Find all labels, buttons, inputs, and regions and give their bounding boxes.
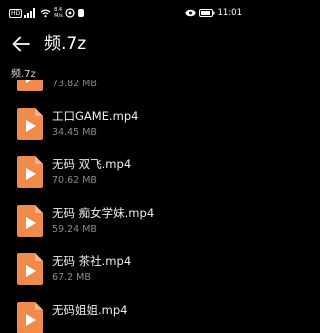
video-file-icon [17,80,43,91]
file-list: 73.82 MB 工口GAME.mp4 34.45 MB 无码 双飞.mp4 70.62… [0,80,248,333]
status-right: 11:01 [184,6,243,20]
video-file-icon [17,107,43,140]
file-row[interactable]: 无码 痴女学妹.mp4 59.24 MB [0,196,248,245]
video-file-icon [17,204,43,237]
video-file-icon [17,156,43,189]
notification-icon [65,8,75,18]
file-row[interactable]: 无码 双飞.mp4 70.62 MB [0,147,248,196]
file-row[interactable]: 无码 茶社.mp4 67.2 MB [0,244,248,293]
file-name: 无码 痴女学妹.mp4 [52,205,155,220]
video-file-icon [17,301,43,333]
file-name: 工口GAME.mp4 [52,108,139,123]
file-size: 59.24 MB [52,223,97,235]
file-name: 无码姐姐.mp4 [52,302,128,317]
status-bar: HD 8.4 M/s 11:01 [0,0,248,26]
signal-icon [24,8,36,18]
video-file-icon [17,253,43,286]
arrow-left-icon[interactable] [10,33,32,55]
file-row[interactable]: 无码姐姐.mp4 [0,293,248,333]
status-left: HD 8.4 M/s [9,6,85,20]
app-header: 频.7z [0,26,248,62]
wifi-icon [40,8,51,17]
file-name: 无码 茶社.mp4 [52,254,132,269]
file-size: 70.62 MB [52,175,97,187]
hd-badge: HD [9,8,23,18]
status-time: 11:01 [217,8,243,18]
file-size: 73.82 MB [52,80,97,89]
eye-icon [184,9,196,17]
file-name: 无码 双飞.mp4 [52,157,132,172]
file-row[interactable]: 工口GAME.mp4 34.45 MB [0,99,248,148]
page-title: 频.7z [44,34,87,54]
net-speed: 8.4 M/s [54,7,63,19]
app-notification-icon [77,9,84,17]
file-size: 67.2 MB [52,272,91,284]
file-size: 34.45 MB [52,126,97,138]
file-row[interactable]: 73.82 MB [0,80,248,99]
net-speed-unit: M/s [54,13,63,19]
battery-icon [198,9,214,17]
